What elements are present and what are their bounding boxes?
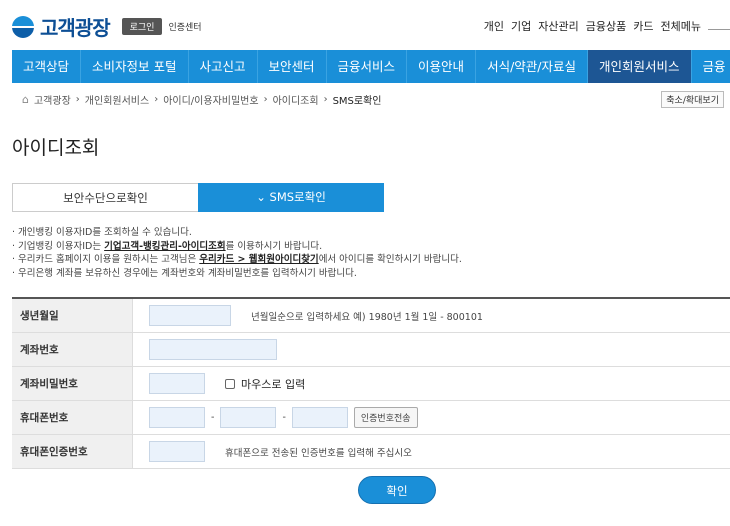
notice-text: 우리은행 계좌를 보유하신 경우에는 계좌번호와 계좌비밀번호를 입력하시기 바… <box>18 267 357 279</box>
top-menu: 개인 기업 자산관리 금융상품 카드 전체메뉴 <box>484 18 730 34</box>
search-input[interactable] <box>708 18 730 30</box>
password-label: 계좌비밀번호 <box>12 367 133 400</box>
password-input[interactable] <box>149 373 205 394</box>
birth-hint: 년월일순으로 입력하세요 예) 1980년 1월 1일 - 800101 <box>251 311 483 323</box>
chevron-right-icon: › <box>323 93 328 105</box>
nav-item-active[interactable]: 개인회원서비스 <box>588 50 692 83</box>
mouse-input-checkbox[interactable] <box>225 378 235 389</box>
notice-text: 우리카드 홈페이지 이용을 원하시는 고객님은 <box>18 254 200 265</box>
zoom-button[interactable]: 축소/확대보기 <box>661 91 724 108</box>
auth-label: 휴대폰인증번호 <box>12 435 133 468</box>
top-menu-all[interactable]: 전체메뉴 <box>661 18 701 34</box>
notice-item: · 우리은행 계좌를 보유하신 경우에는 계좌번호와 계좌비밀번호를 입력하시기… <box>12 267 357 279</box>
logo-text: 고객광장 <box>40 16 111 40</box>
notice-text: 에서 아이디를 확인하시기 바랍니다. <box>318 254 462 265</box>
separator: - <box>282 412 286 423</box>
chevron-right-icon: › <box>154 93 159 105</box>
form-row-password: 계좌비밀번호 마우스로 입력 <box>12 367 730 401</box>
tab-sms[interactable]: ⌄ SMS로확인 <box>198 183 384 212</box>
breadcrumb-item[interactable]: 아이디/이용자비밀번호 <box>163 92 258 107</box>
main-nav: 고객상담 소비자정보 포털 사고신고 보안센터 금융서비스 이용안내 서식/약관… <box>12 50 730 83</box>
home-icon[interactable]: ⌂ <box>22 93 29 106</box>
id-lookup-form: 생년월일 년월일순으로 입력하세요 예) 1980년 1월 1일 - 80010… <box>12 297 730 469</box>
tab-sms-label: SMS로확인 <box>269 190 326 204</box>
auth-code-input[interactable] <box>149 441 205 462</box>
form-row-phone: 휴대폰번호 - - 인증번호전송 <box>12 401 730 435</box>
birth-label: 생년월일 <box>12 299 133 332</box>
nav-item[interactable]: 금융 <box>692 50 730 83</box>
nav-item[interactable]: 금융서비스 <box>327 50 408 83</box>
notice-text: 기업뱅킹 이용자ID는 <box>18 240 105 252</box>
breadcrumb-item[interactable]: 아이디조회 <box>273 92 319 107</box>
top-menu-card[interactable]: 카드 <box>633 18 653 34</box>
breadcrumb-item[interactable]: 개인회원서비스 <box>85 92 149 107</box>
breadcrumb-current: SMS로확인 <box>332 95 382 107</box>
phone-input-2[interactable] <box>220 407 277 428</box>
page-title: 아이디조회 <box>12 137 100 159</box>
nav-item[interactable]: 고객상담 <box>12 50 82 83</box>
phone-label: 휴대폰번호 <box>12 401 133 434</box>
business-id-link[interactable]: 기업고객-뱅킹관리-아이디조회 <box>104 241 226 252</box>
notice-list: · 개인뱅킹 이용자ID를 조회하실 수 있습니다. · 기업뱅킹 이용자ID는… <box>12 226 462 280</box>
top-menu-personal[interactable]: 개인 <box>484 18 504 34</box>
top-menu-products[interactable]: 금융상품 <box>586 18 626 34</box>
form-row-birth: 생년월일 년월일순으로 입력하세요 예) 1980년 1월 1일 - 80010… <box>12 299 730 333</box>
separator: - <box>211 412 215 423</box>
woori-card-link[interactable]: 우리카드 > 웹회원아이디찾기 <box>199 254 318 265</box>
nav-item[interactable]: 이용안내 <box>407 50 477 83</box>
breadcrumb: ⌂ 고객광장 › 개인회원서비스 › 아이디/이용자비밀번호 › 아이디조회 › SMS… <box>12 88 730 110</box>
notice-text: 를 이용하시기 바랍니다. <box>225 240 323 252</box>
account-input[interactable] <box>149 339 277 360</box>
account-label: 계좌번호 <box>12 333 133 366</box>
send-code-button[interactable]: 인증번호전송 <box>353 407 418 428</box>
chevron-right-icon: › <box>75 93 80 105</box>
chevron-down-icon: ⌄ <box>256 190 270 204</box>
breadcrumb-item[interactable]: 고객광장 <box>34 92 71 107</box>
nav-item[interactable]: 서식/약관/자료실 <box>476 50 588 83</box>
login-button[interactable]: 로그인 <box>121 18 163 35</box>
nav-item[interactable]: 보안센터 <box>258 50 327 83</box>
nav-item[interactable]: 소비자정보 포털 <box>81 50 189 83</box>
nav-item[interactable]: 사고신고 <box>189 50 258 83</box>
top-menu-asset[interactable]: 자산관리 <box>538 18 578 34</box>
phone-input-3[interactable] <box>291 407 348 428</box>
notice-item: · 개인뱅킹 이용자ID를 조회하실 수 있습니다. <box>12 227 192 238</box>
logo[interactable]: 고객광장 로그인 인증센터 <box>12 12 202 41</box>
confirm-button[interactable]: 확인 <box>358 476 436 504</box>
notice-item: · 기업뱅킹 이용자ID는 기업고객-뱅킹관리-아이디조회를 이용하시기 바랍니… <box>12 240 323 252</box>
form-row-auth: 휴대폰인증번호 휴대폰으로 전송된 인증번호를 입력해 주십시오 <box>12 435 730 469</box>
birth-input[interactable] <box>149 305 231 326</box>
cert-center-link[interactable]: 인증센터 <box>168 20 201 33</box>
chevron-right-icon: › <box>263 93 268 105</box>
top-menu-business[interactable]: 기업 <box>511 18 531 34</box>
phone-input-1[interactable] <box>149 407 205 428</box>
notice-item: · 우리카드 홈페이지 이용을 원하시는 고객님은 우리카드 > 웹회원아이디찾… <box>12 254 462 265</box>
notice-text: 개인뱅킹 이용자ID를 조회하실 수 있습니다. <box>18 227 192 238</box>
form-row-account: 계좌번호 <box>12 333 730 367</box>
auth-hint: 휴대폰으로 전송된 인증번호를 입력해 주십시오 <box>225 447 412 459</box>
mouse-input-label[interactable]: 마우스로 입력 <box>241 376 305 392</box>
logo-icon <box>12 15 34 38</box>
tab-security-method[interactable]: 보안수단으로확인 <box>12 183 198 212</box>
